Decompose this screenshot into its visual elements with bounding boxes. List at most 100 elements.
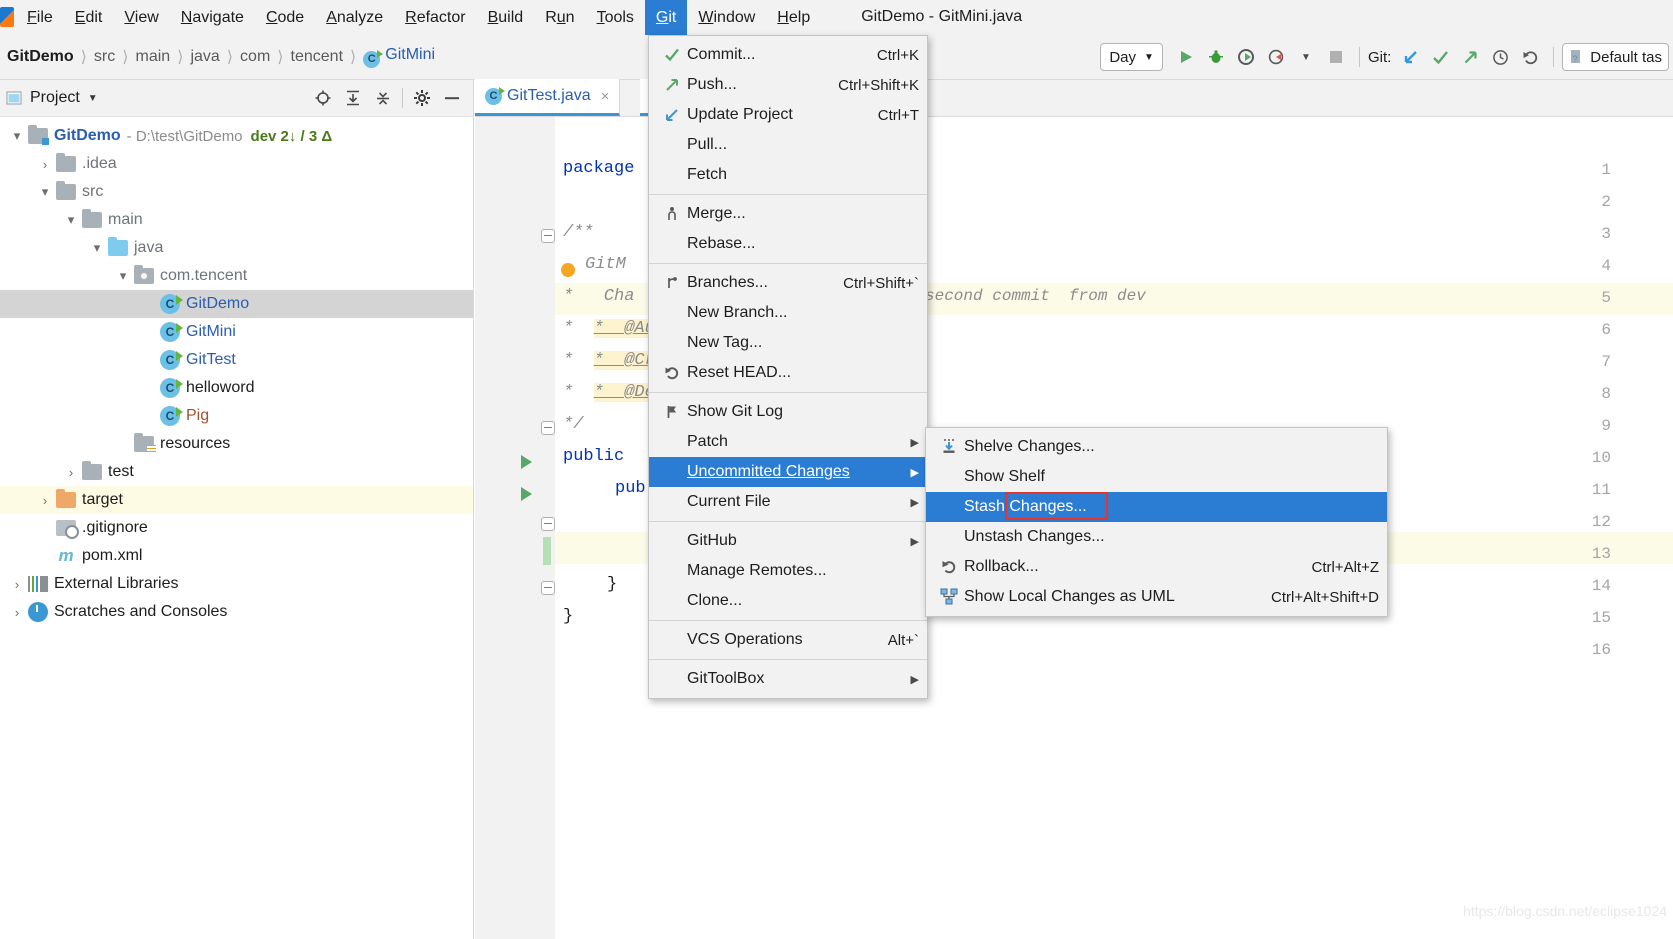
submenu-item-show-local-changes-as-uml[interactable]: Show Local Changes as UML Ctrl+Alt+Shift… xyxy=(926,582,1387,612)
breadcrumb-item-5[interactable]: tencent xyxy=(284,48,350,66)
menu-window[interactable]: Window xyxy=(687,0,766,35)
tree-node-gitmini-class[interactable]: C GitMini xyxy=(0,318,473,346)
menu-item-clone[interactable]: Clone... xyxy=(649,586,927,616)
chevron-down-icon[interactable]: ▾ xyxy=(34,184,56,200)
chevron-right-icon[interactable]: › xyxy=(6,605,28,620)
tree-node-src[interactable]: ▾ src xyxy=(0,178,473,206)
hide-panel-icon[interactable] xyxy=(437,83,467,113)
run-with-coverage-icon[interactable] xyxy=(1231,42,1261,72)
menu-item-fetch[interactable]: Fetch xyxy=(649,160,927,190)
breadcrumb-item-2[interactable]: main xyxy=(129,48,178,66)
tree-node-pig-class[interactable]: C Pig xyxy=(0,402,473,430)
menu-edit[interactable]: Edit xyxy=(64,0,114,35)
menu-item-uncommitted-changes[interactable]: Uncommitted Changes ▶ xyxy=(649,457,927,487)
run-gutter-icon[interactable] xyxy=(521,487,532,501)
expand-all-icon[interactable] xyxy=(338,83,368,113)
editor-tab-gittest-java[interactable]: C GitTest.java × xyxy=(475,79,620,116)
submenu-item-show-shelf[interactable]: Show Shelf xyxy=(926,462,1387,492)
menu-item-patch[interactable]: Patch ▶ xyxy=(649,427,927,457)
tree-node-gittest-class[interactable]: C GitTest xyxy=(0,346,473,374)
menu-git[interactable]: Git xyxy=(645,0,687,35)
menu-help[interactable]: Help xyxy=(766,0,821,35)
code-fold-icon[interactable] xyxy=(541,517,555,531)
breadcrumb-item-0[interactable]: GitDemo xyxy=(0,48,81,66)
code-fold-icon[interactable] xyxy=(541,229,555,243)
breadcrumb-item-6-wrap[interactable]: CGitMini xyxy=(356,46,442,68)
tree-node-gitdemo-module[interactable]: ▾ GitDemo - D:\test\GitDemo dev 2↓ / 3 Δ xyxy=(0,122,473,150)
tree-node-java[interactable]: ▾ java xyxy=(0,234,473,262)
debug-icon[interactable] xyxy=(1201,42,1231,72)
commit-icon[interactable] xyxy=(1425,42,1455,72)
close-icon[interactable]: × xyxy=(601,88,610,105)
intention-bulb-icon[interactable] xyxy=(561,263,575,277)
menu-item-github[interactable]: GitHub ▶ xyxy=(649,526,927,556)
chevron-right-icon[interactable]: › xyxy=(34,157,56,172)
chevron-down-icon[interactable]: ▾ xyxy=(6,128,28,144)
menu-tools[interactable]: Tools xyxy=(586,0,645,35)
run-configuration-selector[interactable]: Day ▼ xyxy=(1100,43,1163,71)
menu-item-show-git-log[interactable]: Show Git Log xyxy=(649,397,927,427)
tree-node-scratches-and-consoles[interactable]: › Scratches and Consoles xyxy=(0,598,473,626)
menu-item-gittoolbox[interactable]: GitToolBox ▶ xyxy=(649,664,927,694)
submenu-item-shelve-changes[interactable]: Shelve Changes... xyxy=(926,432,1387,462)
chevron-right-icon[interactable]: › xyxy=(34,493,56,508)
tree-node-test[interactable]: › test xyxy=(0,458,473,486)
code-fold-icon[interactable] xyxy=(541,421,555,435)
menu-item-new-tag[interactable]: New Tag... xyxy=(649,328,927,358)
chevron-down-icon[interactable]: ▾ xyxy=(60,212,82,228)
chevron-right-icon[interactable]: › xyxy=(6,577,28,592)
tree-node-main[interactable]: ▾ main xyxy=(0,206,473,234)
chevron-down-icon[interactable]: ▾ xyxy=(112,268,134,284)
menu-item-branches[interactable]: Branches... Ctrl+Shift+` xyxy=(649,268,927,298)
breadcrumb-item-3[interactable]: java xyxy=(183,48,226,66)
chevron-right-icon[interactable]: › xyxy=(60,465,82,480)
profiler-icon[interactable] xyxy=(1261,42,1291,72)
menu-item-current-file[interactable]: Current File ▶ xyxy=(649,487,927,517)
tree-node-target[interactable]: › target xyxy=(0,486,473,514)
menu-item-push[interactable]: Push... Ctrl+Shift+K xyxy=(649,70,927,100)
chevron-down-icon[interactable]: ▾ xyxy=(86,240,108,256)
update-project-icon[interactable] xyxy=(1395,42,1425,72)
collapse-all-icon[interactable] xyxy=(368,83,398,113)
settings-gear-icon[interactable] xyxy=(407,83,437,113)
tree-node-idea[interactable]: › .idea xyxy=(0,150,473,178)
rollback-icon[interactable] xyxy=(1515,42,1545,72)
code-fold-icon[interactable] xyxy=(541,581,555,595)
menu-run[interactable]: Run xyxy=(534,0,585,35)
menu-item-merge[interactable]: Merge... xyxy=(649,199,927,229)
menu-build[interactable]: Build xyxy=(477,0,535,35)
tree-node-resources[interactable]: › resources xyxy=(0,430,473,458)
menu-item-manage-remotes[interactable]: Manage Remotes... xyxy=(649,556,927,586)
breadcrumb-item-4[interactable]: com xyxy=(233,48,277,66)
menu-item-pull[interactable]: Pull... xyxy=(649,130,927,160)
default-task-button[interactable]: ? Default tas xyxy=(1562,43,1669,71)
tree-node-external-libraries[interactable]: › External Libraries xyxy=(0,570,473,598)
submenu-item-unstash-changes[interactable]: Unstash Changes... xyxy=(926,522,1387,552)
tree-node-com-tencent[interactable]: ▾ com.tencent xyxy=(0,262,473,290)
run-icon[interactable] xyxy=(1171,42,1201,72)
tree-node-pom-xml[interactable]: m pom.xml xyxy=(0,542,473,570)
menu-item-commit[interactable]: Commit... Ctrl+K xyxy=(649,40,927,70)
menu-refactor[interactable]: Refactor xyxy=(394,0,476,35)
menu-item-vcs-operations[interactable]: VCS Operations Alt+` xyxy=(649,625,927,655)
tree-node-gitignore[interactable]: .gitignore xyxy=(0,514,473,542)
history-icon[interactable] xyxy=(1485,42,1515,72)
menu-file[interactable]: FFileile xyxy=(16,0,64,35)
breadcrumb-item-1[interactable]: src xyxy=(87,48,122,66)
run-gutter-icon[interactable] xyxy=(521,455,532,469)
menu-view[interactable]: View xyxy=(113,0,169,35)
menu-navigate[interactable]: Navigate xyxy=(170,0,255,35)
locate-icon[interactable] xyxy=(308,83,338,113)
tree-node-gitdemo-class[interactable]: C GitDemo xyxy=(0,290,473,318)
menu-item-update-project[interactable]: Update Project Ctrl+T xyxy=(649,100,927,130)
push-icon[interactable] xyxy=(1455,42,1485,72)
chevron-down-icon[interactable]: ▼ xyxy=(88,93,98,104)
chevron-down-icon[interactable]: ▼ xyxy=(1291,42,1321,72)
menu-item-new-branch[interactable]: New Branch... xyxy=(649,298,927,328)
menu-item-rebase[interactable]: Rebase... xyxy=(649,229,927,259)
tree-node-helloword-class[interactable]: C helloword xyxy=(0,374,473,402)
submenu-item-stash-changes[interactable]: Stash Changes... xyxy=(926,492,1387,522)
submenu-item-rollback[interactable]: Rollback... Ctrl+Alt+Z xyxy=(926,552,1387,582)
menu-item-reset-head[interactable]: Reset HEAD... xyxy=(649,358,927,388)
menu-analyze[interactable]: Analyze xyxy=(315,0,394,35)
